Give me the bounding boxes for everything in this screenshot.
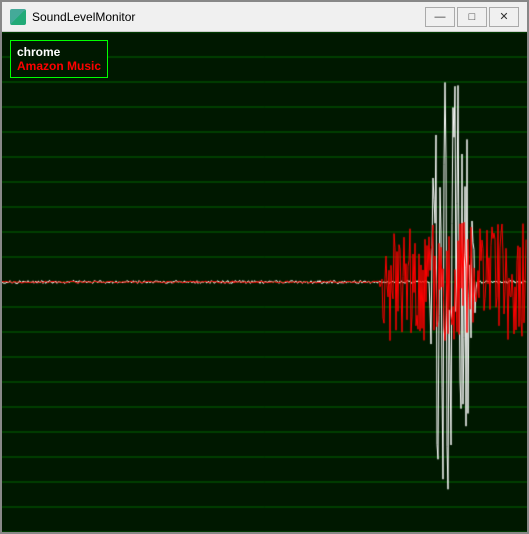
close-button[interactable]: ✕ xyxy=(489,7,519,27)
waveform-canvas xyxy=(2,32,527,532)
minimize-button[interactable]: — xyxy=(425,7,455,27)
legend-box: chrome Amazon Music xyxy=(10,40,108,78)
legend-chrome-label: chrome xyxy=(17,45,101,59)
app-icon xyxy=(10,9,26,25)
window-controls: — □ ✕ xyxy=(425,7,519,27)
monitor-area: chrome Amazon Music xyxy=(2,32,527,532)
title-bar: SoundLevelMonitor — □ ✕ xyxy=(2,2,527,32)
legend-amazon-label: Amazon Music xyxy=(17,59,101,73)
window-title: SoundLevelMonitor xyxy=(32,10,425,24)
main-window: SoundLevelMonitor — □ ✕ chrome Amazon Mu… xyxy=(0,0,529,534)
maximize-button[interactable]: □ xyxy=(457,7,487,27)
